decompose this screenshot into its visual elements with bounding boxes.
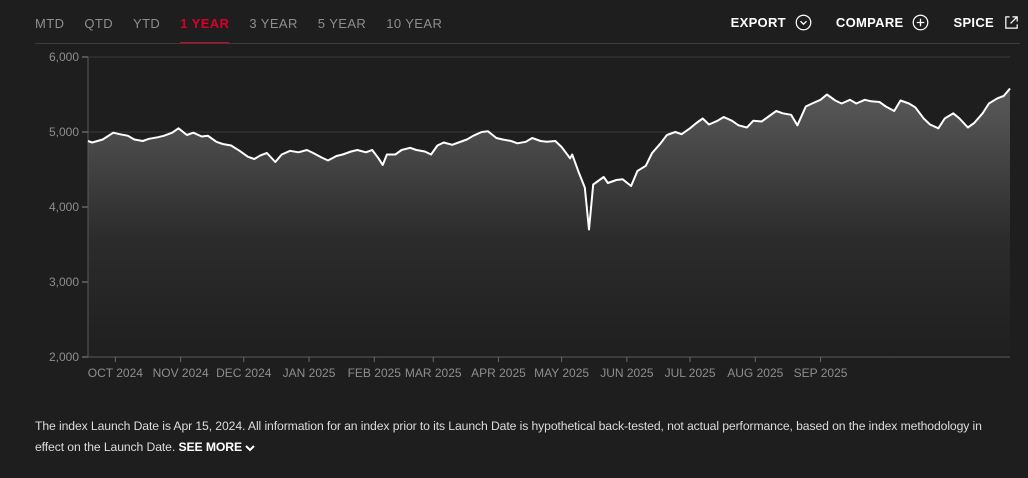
chevron-down-circle-icon (795, 14, 812, 31)
export-button[interactable]: EXPORT (731, 14, 812, 31)
series-area (88, 88, 1010, 357)
chevron-down-icon (245, 445, 255, 452)
export-label: EXPORT (730, 15, 786, 30)
x-tick-label: JUN 2025 (600, 366, 654, 380)
tab-3-year[interactable]: 3 YEAR (249, 16, 297, 31)
x-tick-label: JUL 2025 (665, 366, 716, 380)
compare-button[interactable]: COMPARE (836, 14, 930, 31)
spice-label: SPICE (953, 15, 994, 30)
tab-ytd[interactable]: YTD (133, 16, 160, 31)
y-tick-label: 6,000 (49, 50, 79, 64)
x-tick-label: FEB 2025 (348, 366, 402, 380)
x-tick-label: NOV 2024 (153, 366, 209, 380)
x-tick-label: OCT 2024 (88, 366, 143, 380)
x-tick-label: DEC 2024 (216, 366, 272, 380)
chart-svg: 2,000 3,000 4,000 5,000 6,000 OCT 2024 NOV 202… (49, 50, 1011, 380)
tab-1-year[interactable]: 1 YEAR (180, 16, 230, 44)
x-tick-label: MAR 2025 (405, 366, 462, 380)
y-tick-label: 4,000 (49, 200, 79, 214)
index-chart: 2,000 3,000 4,000 5,000 6,000 OCT 2024 NOV 202… (0, 44, 1028, 392)
chart-toolbar: MTD QTD YTD 1 YEAR 3 YEAR 5 YEAR 10 YEAR EXPOR… (0, 0, 1028, 44)
launch-date-disclaimer: The index Launch Date is Apr 15, 2024. A… (35, 416, 1010, 458)
y-tick-label: 2,000 (49, 350, 79, 364)
tab-10-year[interactable]: 10 YEAR (386, 16, 442, 31)
spice-link[interactable]: SPICE (953, 14, 1020, 31)
chart-actions: EXPORT COMPARE SPICE (707, 14, 1020, 31)
external-link-icon (1005, 16, 1018, 29)
plus-circle-icon (913, 14, 929, 31)
x-tick-label: APR 2025 (471, 366, 526, 380)
tab-qtd[interactable]: QTD (84, 16, 113, 31)
see-more-label: SEE MORE (178, 440, 242, 454)
see-more-link[interactable]: SEE MORE (178, 440, 256, 454)
period-tabs: MTD QTD YTD 1 YEAR 3 YEAR 5 YEAR 10 YEAR (35, 16, 462, 44)
tab-mtd[interactable]: MTD (35, 16, 64, 31)
y-tick-label: 5,000 (49, 125, 79, 139)
compare-label: COMPARE (835, 15, 904, 30)
x-tick-label: SEP 2025 (794, 366, 848, 380)
x-tick-label: MAY 2025 (534, 366, 589, 380)
x-tick-label: JAN 2025 (283, 366, 336, 380)
x-tick-label: AUG 2025 (727, 366, 783, 380)
y-tick-label: 3,000 (49, 275, 79, 289)
tab-5-year[interactable]: 5 YEAR (318, 16, 366, 31)
